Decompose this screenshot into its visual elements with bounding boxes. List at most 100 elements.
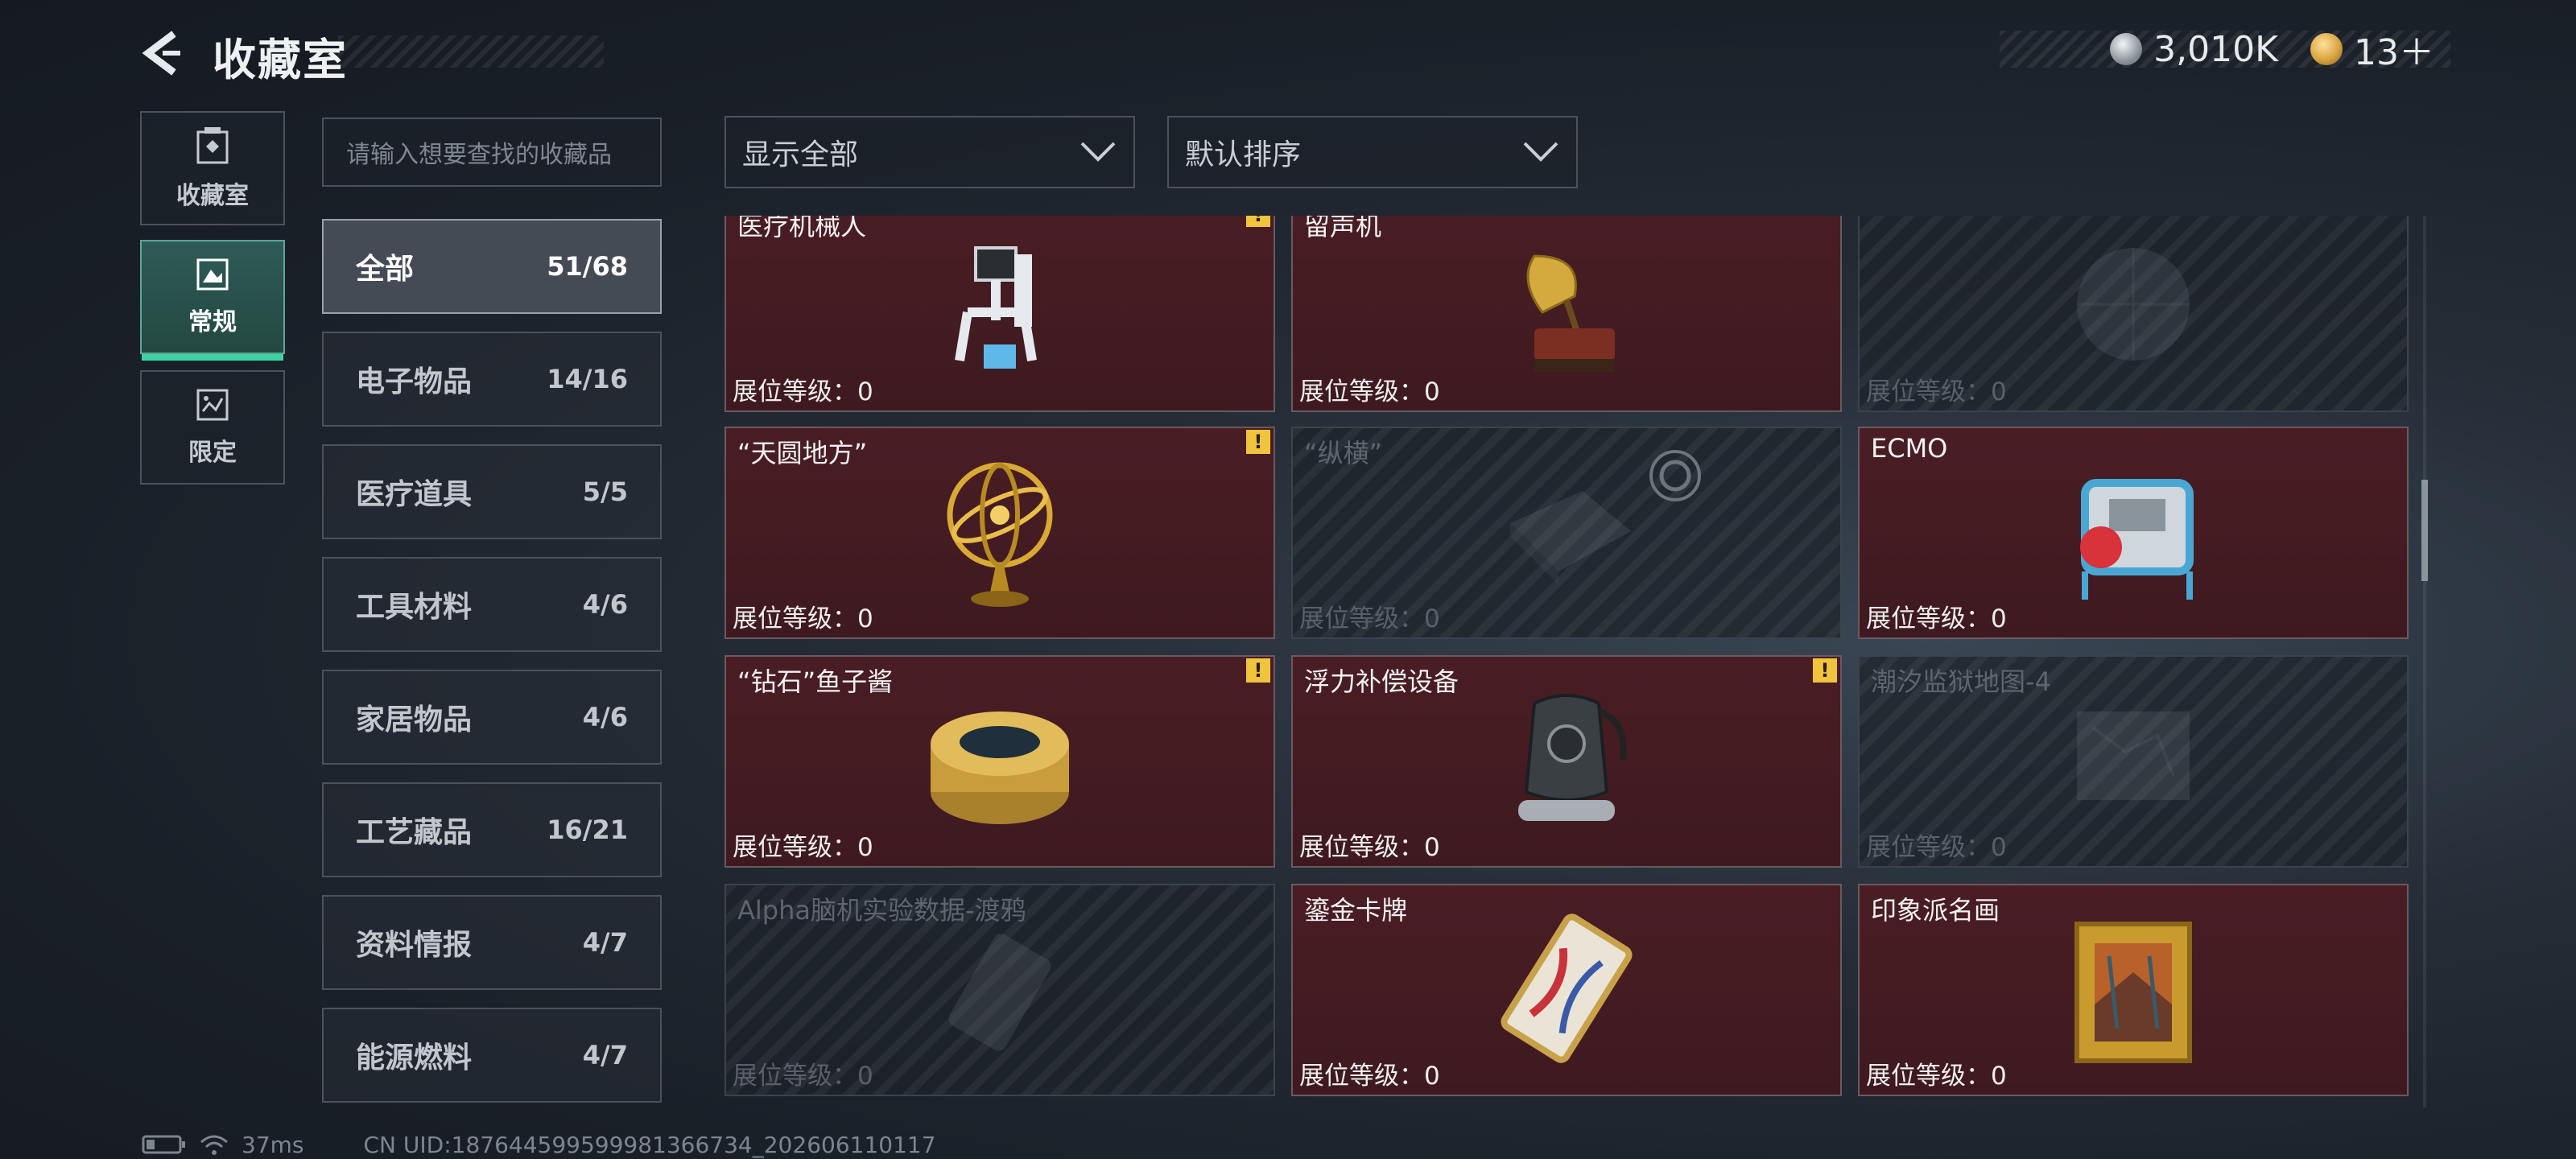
category-name: 工艺藏品	[356, 816, 473, 849]
display-level: 展位等级：0	[1866, 371, 2007, 407]
collection-card[interactable]: “天圆地方” ! 展位等级：0	[724, 427, 1275, 639]
globe-icon	[2077, 248, 2190, 361]
item-name: 留声机	[1304, 216, 1382, 241]
nav-label: 收藏室	[176, 182, 249, 210]
scrollbar-thumb[interactable]	[2421, 480, 2428, 581]
collection-card[interactable]: 鎏金卡牌 展位等级：0	[1291, 884, 1842, 1096]
nav-limited[interactable]: 限定	[140, 370, 285, 485]
item-name: ECMO	[1871, 433, 1948, 464]
item-name: 印象派名画	[1871, 895, 2000, 926]
collection-room-icon	[196, 127, 229, 164]
display-level: 展位等级：0	[1299, 598, 1440, 634]
display-level: 展位等级：0	[733, 371, 873, 407]
category-name: 医疗道具	[356, 478, 473, 511]
caviar-tin-icon	[931, 711, 1069, 824]
scrollbar-track[interactable]	[2423, 216, 2426, 1107]
currency-bar: 3,010K 13＋	[2000, 28, 2450, 73]
display-level: 展位等级：0	[733, 1055, 873, 1091]
level-value: 0	[857, 604, 873, 633]
warning-icon: !	[1246, 658, 1270, 683]
silver-coin-amount: 3,010K	[2153, 28, 2278, 70]
filter-dropdown[interactable]: 显示全部	[724, 116, 1135, 188]
level-label: 展位等级：	[733, 604, 857, 633]
display-level: 展位等级：0	[1299, 371, 1440, 407]
status-bar: 37ms CN UID:187644599599981366734_202606…	[142, 1130, 936, 1159]
level-value: 0	[857, 377, 873, 406]
regular-items-icon	[196, 258, 229, 291]
warning-icon: !	[1813, 658, 1837, 683]
armillary-sphere-icon	[947, 462, 1053, 607]
category-electronics[interactable]: 电子物品 14/16	[322, 332, 662, 427]
display-level: 展位等级：0	[1299, 827, 1440, 863]
nav-label: 常规	[188, 308, 237, 336]
nav-collection-room[interactable]: 收藏室	[140, 111, 285, 225]
display-level: 展位等级：0	[733, 827, 873, 863]
collection-card[interactable]: 留声机 展位等级：0	[1291, 216, 1842, 412]
level-value: 0	[1424, 833, 1440, 862]
category-all[interactable]: 全部 51/68	[322, 219, 662, 314]
buoyancy-device-icon	[1518, 694, 1627, 821]
collection-card[interactable]: 印象派名画 展位等级：0	[1858, 884, 2409, 1096]
item-name: “天圆地方”	[737, 438, 868, 468]
sort-dropdown[interactable]: 默认排序	[1167, 116, 1578, 188]
category-count: 4/7	[582, 1040, 628, 1070]
display-level: 展位等级：0	[733, 598, 873, 634]
level-value: 0	[1424, 1062, 1440, 1091]
player-uid: CN UID:187644599599981366734_20260611011…	[363, 1131, 936, 1158]
chessboard-icon	[1510, 491, 1631, 584]
collection-card-locked[interactable]: “纵横” 展位等级：0	[1291, 427, 1842, 639]
title-decoration	[338, 35, 604, 68]
collection-card-locked[interactable]: 展位等级：0	[1858, 216, 2409, 412]
category-count: 4/6	[582, 702, 628, 732]
level-value: 0	[857, 1062, 873, 1091]
level-label: 展位等级：	[1299, 377, 1424, 406]
category-name: 家居物品	[356, 703, 473, 736]
category-count: 16/21	[547, 815, 628, 845]
level-label: 展位等级：	[1866, 377, 1991, 406]
search-input[interactable]: 请输入想要查找的收藏品	[322, 118, 662, 187]
level-value: 0	[857, 833, 873, 862]
level-label: 展位等级：	[1866, 604, 1991, 633]
item-name: “钻石”鱼子酱	[737, 666, 894, 697]
category-name: 能源燃料	[356, 1041, 473, 1074]
collection-card[interactable]: 浮力补偿设备 ! 展位等级：0	[1291, 655, 1842, 868]
silver-coin-icon	[2110, 33, 2143, 65]
collection-card[interactable]: “钻石”鱼子酱 ! 展位等级：0	[724, 655, 1275, 868]
category-count: 14/16	[547, 364, 628, 394]
level-value: 0	[1424, 377, 1440, 406]
warning-icon: !	[1246, 216, 1270, 227]
medical-robot-icon	[955, 246, 1037, 369]
ping-value: 37ms	[242, 1131, 304, 1158]
category-crafts[interactable]: 工艺藏品 16/21	[322, 782, 662, 877]
active-indicator	[142, 354, 283, 361]
category-medical[interactable]: 医疗道具 5/5	[322, 444, 662, 539]
category-name: 全部	[356, 253, 415, 286]
framed-painting-icon	[2074, 922, 2192, 1063]
category-count: 4/6	[582, 589, 628, 620]
category-intel[interactable]: 资料情报 4/7	[322, 895, 662, 990]
nav-regular[interactable]: 常规	[140, 240, 285, 361]
ecmo-machine-icon	[2080, 479, 2194, 600]
page-title: 收藏室	[213, 35, 348, 85]
back-arrow-icon[interactable]	[138, 29, 187, 77]
sort-value: 默认排序	[1185, 138, 1302, 171]
collection-card[interactable]: ECMO 展位等级：0	[1858, 427, 2409, 639]
category-household[interactable]: 家居物品 4/6	[322, 670, 662, 765]
level-label: 展位等级：	[1299, 604, 1424, 633]
collection-card[interactable]: 医疗机械人 ! 展位等级：0	[724, 216, 1275, 412]
category-tools[interactable]: 工具材料 4/6	[322, 557, 662, 652]
category-energy[interactable]: 能源燃料 4/7	[322, 1008, 662, 1103]
collection-card-locked[interactable]: Alpha脑机实验数据-渡鸦 展位等级：0	[724, 884, 1275, 1096]
category-name: 工具材料	[356, 591, 473, 624]
filter-value: 显示全部	[742, 138, 859, 171]
gold-triangle-coin-icon	[2310, 33, 2343, 65]
collection-card-locked[interactable]: 潮汐监狱地图-4 展位等级：0	[1858, 655, 2409, 868]
item-name: 浮力补偿设备	[1304, 666, 1459, 697]
level-label: 展位等级：	[1299, 1062, 1424, 1091]
level-value: 0	[1991, 604, 2007, 633]
level-label: 展位等级：	[1299, 833, 1424, 862]
level-label: 展位等级：	[733, 833, 857, 862]
display-level: 展位等级：0	[1866, 1055, 2007, 1091]
category-count: 4/7	[582, 927, 628, 958]
battery-icon	[142, 1135, 185, 1154]
